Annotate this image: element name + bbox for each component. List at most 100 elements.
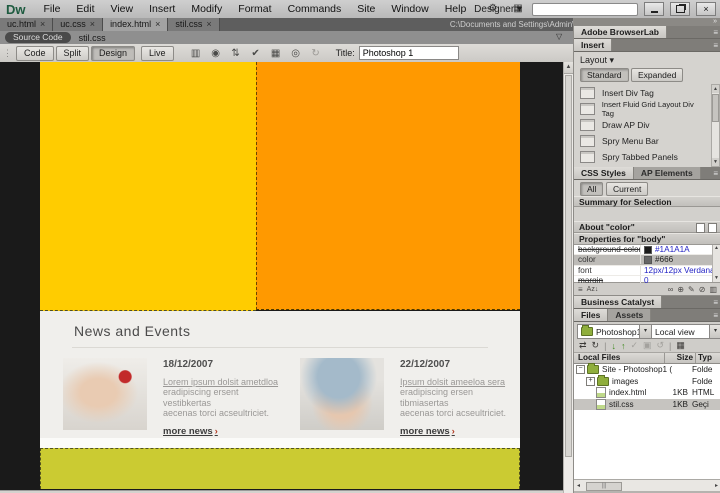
scroll-down-icon[interactable]: ▼ (714, 275, 719, 281)
edit-style-icon[interactable]: ✎ (688, 285, 695, 294)
color-swatch[interactable] (644, 246, 652, 254)
menu-insert[interactable]: Insert (141, 0, 183, 18)
new-css-rule-icon[interactable]: ⊕ (677, 285, 684, 294)
column-local-files[interactable]: Local Files (574, 353, 665, 363)
menu-help[interactable]: Help (437, 0, 475, 18)
restore-button[interactable] (670, 2, 690, 16)
tab-business-catalyst[interactable]: Business Catalyst (574, 296, 662, 308)
header-orange-block[interactable] (256, 62, 520, 310)
sort-az-icon[interactable]: Az↓ (587, 286, 599, 293)
news-image-spa-massage[interactable] (63, 358, 147, 430)
check-browser-compatibility-icon[interactable]: ▦ (268, 48, 284, 59)
design-vertical-scrollbar[interactable]: ▲ (563, 62, 573, 493)
spry-tabbed-panels-item[interactable]: Spry Tabbed Panels (580, 150, 706, 164)
file-row-site[interactable]: − Site - Photoshop1 (C:... Folde (574, 364, 720, 376)
workspace-switcher[interactable]: Designer ▾ (474, 4, 522, 15)
site-select[interactable]: Photoshop1 ▾ (577, 324, 652, 339)
menu-format[interactable]: Format (230, 0, 279, 18)
disable-property-icon[interactable]: ⊘ (699, 285, 706, 294)
close-tab-icon[interactable]: × (90, 18, 95, 31)
menu-modify[interactable]: Modify (183, 0, 230, 18)
panel-menu-icon[interactable]: ≡ (713, 28, 718, 37)
tab-assets[interactable]: Assets (608, 309, 651, 321)
panel-menu-icon[interactable]: ≡ (713, 298, 718, 307)
column-type[interactable]: Typ (696, 353, 720, 363)
insert-scrollbar[interactable]: ▲ ▼ (711, 84, 720, 167)
check-out-icon[interactable]: ✓ (630, 340, 638, 351)
scrollbar-thumb[interactable] (712, 94, 719, 122)
file-row-images[interactable]: + images Folde (574, 376, 720, 388)
tab-files[interactable]: Files (574, 309, 608, 321)
view-select[interactable]: Local view ▾ (651, 324, 720, 339)
delete-css-rule-icon[interactable]: ▥ (709, 285, 717, 294)
tab-uc-html[interactable]: uc.html× (0, 18, 53, 31)
synchronize-icon[interactable]: ↺ (657, 340, 665, 351)
tab-index-html[interactable]: index.html× (103, 18, 168, 31)
scroll-up-icon[interactable]: ▲ (714, 245, 719, 251)
scroll-left-icon[interactable]: ◂ (577, 482, 580, 490)
spry-menu-bar-item[interactable]: Spry Menu Bar (580, 134, 706, 148)
scroll-up-icon[interactable]: ▲ (712, 85, 719, 93)
panel-menu-icon[interactable]: ≡ (713, 41, 718, 50)
visual-aids-icon[interactable]: ◎ (288, 48, 304, 59)
scrollbar-thumb[interactable]: ||| (586, 482, 622, 491)
scrollbar-thumb[interactable] (565, 75, 572, 457)
get-files-icon[interactable]: ↓ (611, 341, 616, 351)
close-tab-icon[interactable]: × (155, 18, 160, 31)
file-management-icon[interactable]: ⇅ (228, 48, 244, 59)
draw-ap-div-item[interactable]: Draw AP Div (580, 118, 706, 132)
chevron-down-icon[interactable]: ▾ (709, 325, 720, 338)
connect-remote-icon[interactable]: ⇄ (579, 340, 587, 351)
design-view-canvas[interactable]: News and Events 18/12/2007 Lorem ipsum d… (0, 62, 563, 493)
collapse-node-icon[interactable]: − (576, 365, 585, 374)
tab-adobe-browserlab[interactable]: Adobe BrowserLab (574, 26, 667, 38)
attach-stylesheet-icon[interactable]: ∞ (668, 285, 674, 294)
w3c-validation-icon[interactable]: ✔ (248, 48, 264, 59)
color-swatch[interactable] (644, 256, 652, 264)
css-all-button[interactable]: All (580, 182, 603, 196)
help-search-input[interactable] (532, 3, 638, 16)
news-image-cosmetic-injection[interactable] (300, 358, 384, 430)
css-current-button[interactable]: Current (606, 182, 648, 196)
related-file-stil-css[interactable]: stil.css (79, 33, 106, 43)
css-property-row[interactable]: font 12px/12px Verdana, ... (574, 266, 720, 276)
refresh-design-view-icon[interactable]: ↻ (308, 48, 324, 59)
filter-funnel-icon[interactable]: ▽ (556, 32, 562, 41)
show-property-icon[interactable] (708, 223, 717, 233)
check-in-icon[interactable]: ▣ (643, 340, 652, 351)
expand-files-panel-icon[interactable]: ▦ (676, 340, 685, 351)
panel-menu-icon[interactable]: ≡ (713, 169, 718, 178)
news-and-events-section[interactable]: News and Events 18/12/2007 Lorem ipsum d… (40, 311, 520, 438)
expand-node-icon[interactable]: + (586, 377, 595, 386)
menu-window[interactable]: Window (383, 0, 436, 18)
menu-site[interactable]: Site (349, 0, 383, 18)
tab-stil-css[interactable]: stil.css× (168, 18, 219, 31)
footer-green-block[interactable] (40, 448, 520, 489)
design-view-button[interactable]: Design (91, 46, 135, 61)
css-property-row[interactable]: background-color #1A1A1A (574, 245, 720, 255)
insert-category-dropdown[interactable]: Layout ▾ (574, 52, 720, 66)
panel-menu-icon[interactable]: ≡ (713, 311, 718, 320)
scroll-down-icon[interactable]: ▼ (712, 158, 719, 166)
news-link-line[interactable]: Ipsum dolsit ameeloa sera (400, 377, 518, 388)
header-yellow-block[interactable] (40, 62, 256, 311)
tab-insert[interactable]: Insert (574, 39, 612, 51)
split-view-button[interactable]: Split (56, 46, 90, 61)
tab-css-styles[interactable]: CSS Styles (574, 167, 634, 179)
standard-mode-button[interactable]: Standard (580, 68, 629, 82)
menu-view[interactable]: View (103, 0, 142, 18)
expanded-mode-button[interactable]: Expanded (631, 68, 683, 82)
scroll-up-icon[interactable]: ▲ (564, 62, 573, 74)
news-link-line[interactable]: Lorem ipsum dolsit ametdloa (163, 377, 281, 388)
multiscreen-preview-icon[interactable]: ▥ (188, 48, 204, 59)
tab-ap-elements[interactable]: AP Elements (634, 167, 701, 179)
css-grid-scrollbar[interactable]: ▲▼ (712, 245, 720, 282)
minimize-button[interactable] (644, 2, 664, 16)
show-info-icon[interactable] (696, 223, 705, 233)
close-tab-icon[interactable]: × (206, 18, 211, 31)
menu-commands[interactable]: Commands (280, 0, 350, 18)
refresh-icon[interactable]: ↻ (592, 340, 600, 351)
live-view-button[interactable]: Live (141, 46, 174, 61)
preview-in-browser-icon[interactable]: ◉ (208, 48, 224, 59)
close-button[interactable]: × (696, 2, 716, 16)
